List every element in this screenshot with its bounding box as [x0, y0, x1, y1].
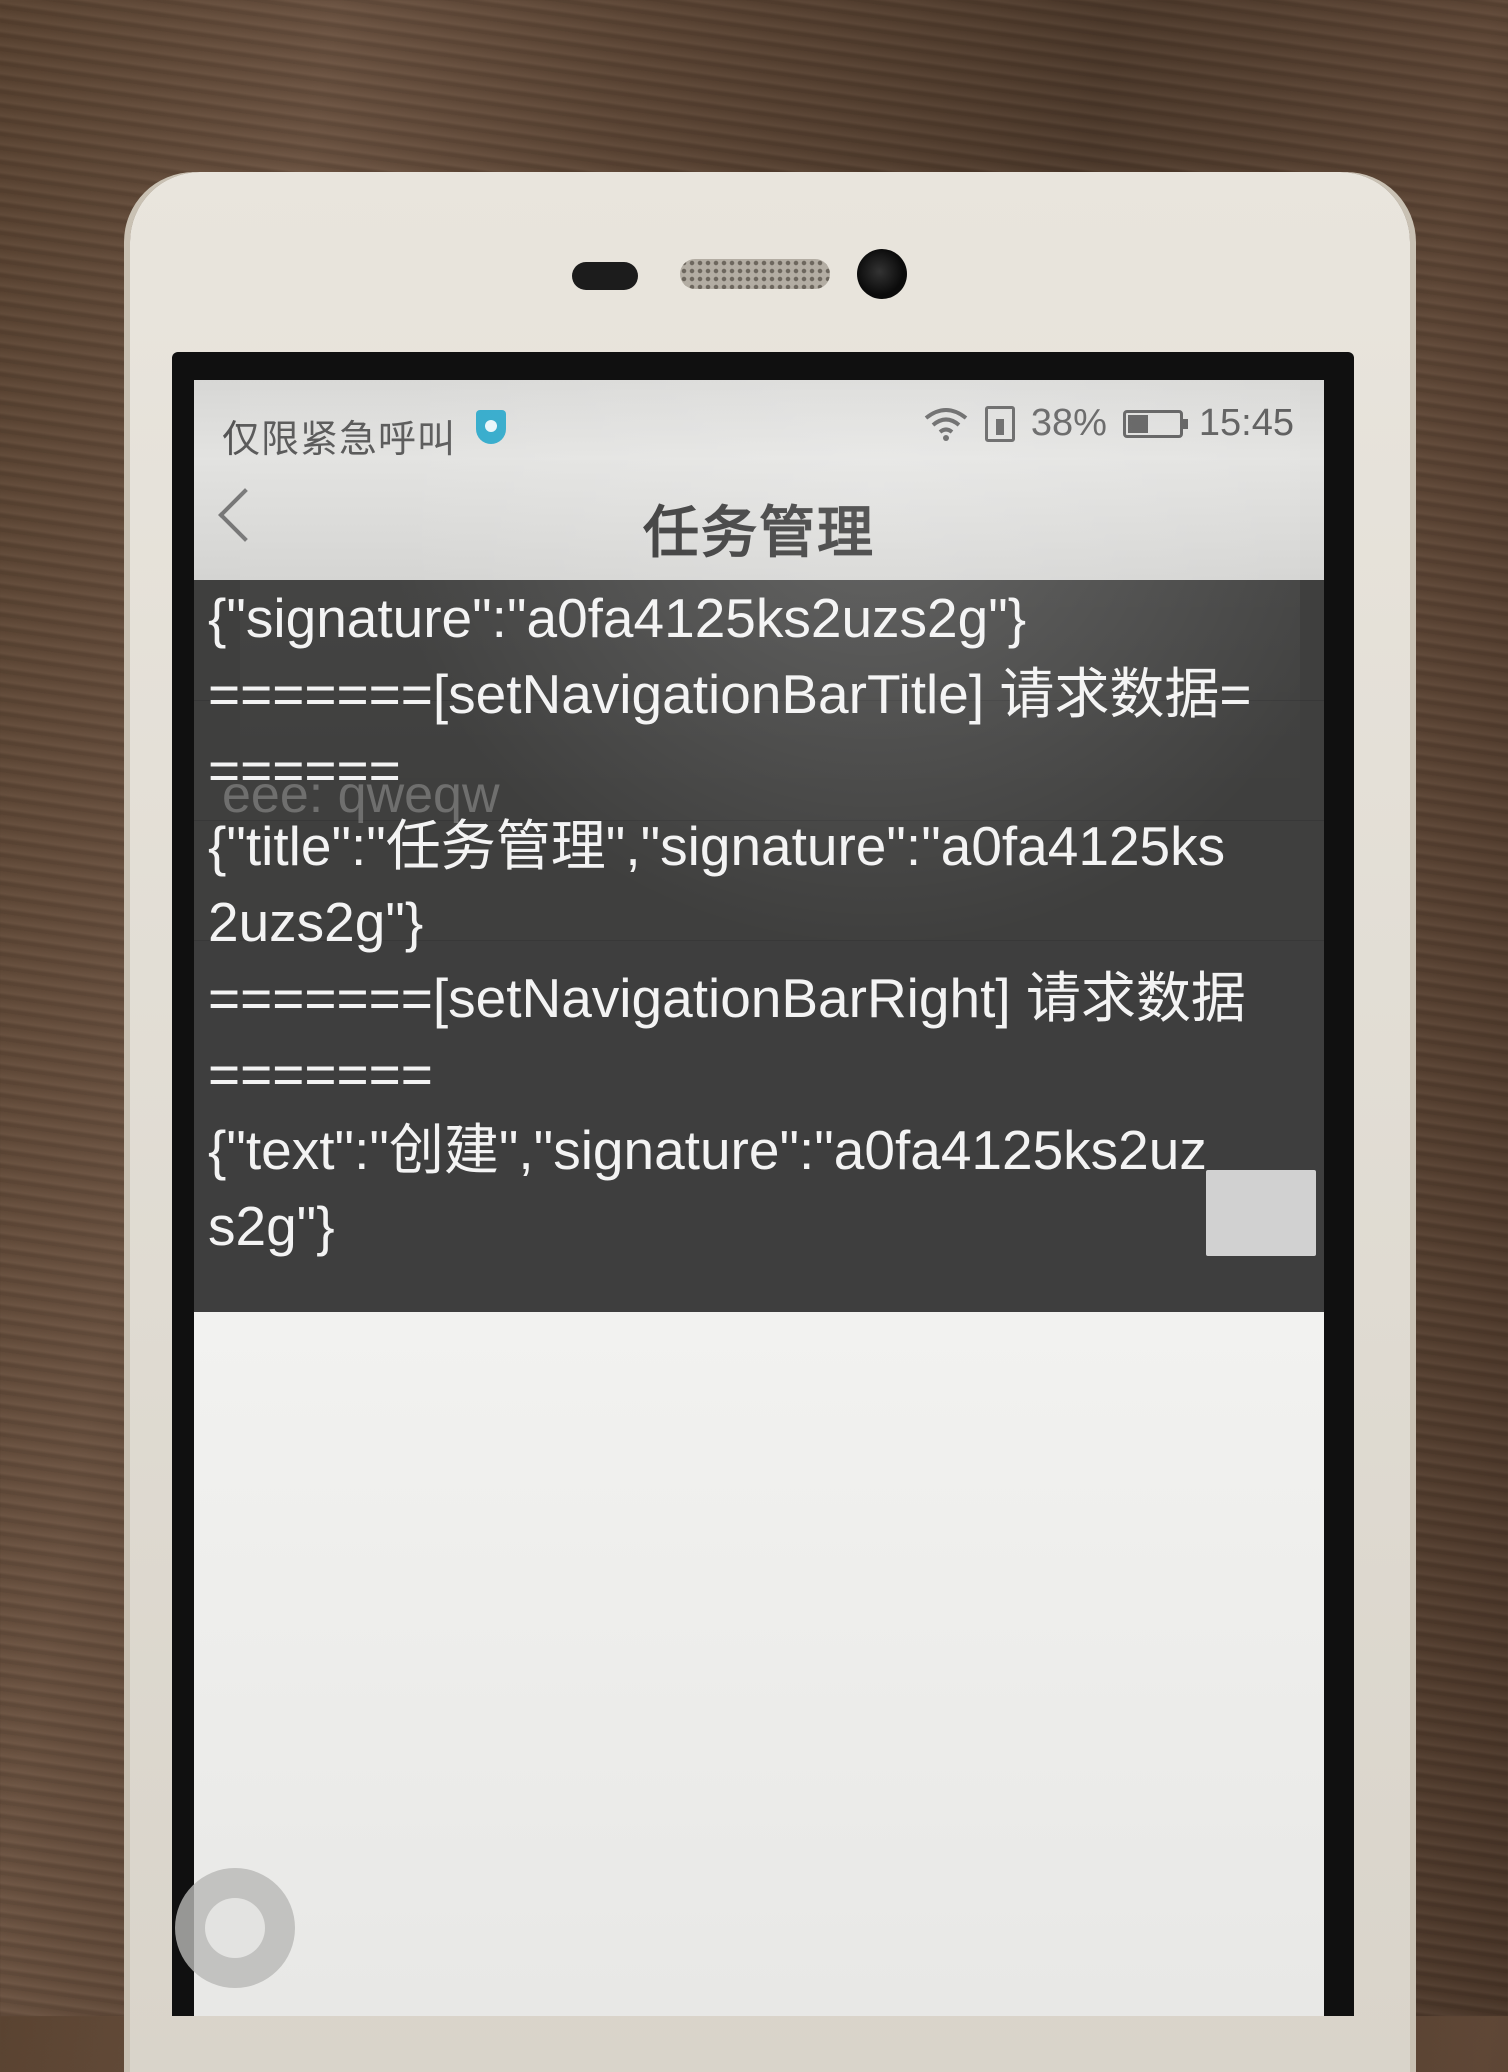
proximity-sensor: [572, 262, 638, 290]
debug-log-line: =======: [208, 1043, 433, 1105]
battery-fill: [1127, 414, 1149, 433]
battery-percent: 38%: [1030, 402, 1107, 444]
floating-assist-button[interactable]: [175, 1868, 295, 1988]
earpiece-speaker: [680, 259, 830, 289]
page-title: 任务管理: [643, 501, 875, 564]
navigation-bar: 任务管理: [194, 460, 1324, 580]
debug-log-line: {"title":"任务管理","signature":"a0fa4125ks: [208, 815, 1226, 877]
debug-log-line: {"text":"创建","signature":"a0fa4125ks2uz: [208, 1119, 1207, 1181]
debug-toggle-button[interactable]: [1206, 1170, 1316, 1256]
debug-log-line: s2g"}: [208, 1195, 335, 1257]
debug-log-line: ======: [208, 739, 401, 801]
empty-content-area: [194, 1312, 1324, 2016]
status-indicators: 38% 15:45: [923, 402, 1294, 445]
sim-card-icon: [984, 405, 1015, 442]
front-camera: [857, 249, 907, 299]
debug-log-line: =======[setNavigationBarRight] 请求数据: [208, 967, 1246, 1029]
carrier-label: 仅限紧急呼叫: [222, 419, 457, 461]
status-bar: 仅限紧急呼叫 38% 15:45: [194, 380, 1324, 461]
debug-log-line: {"signature":"a0fa4125ks2uzs2g"}: [208, 587, 1027, 649]
wifi-icon: [924, 407, 968, 441]
debug-log-line: 2uzs2g"}: [208, 891, 424, 953]
debug-log-overlay: eee: qweqw {"signature":"a0fa4125ks2uzs2…: [194, 580, 1324, 1312]
debug-log-line: =======[setNavigationBarTitle] 请求数据=: [208, 663, 1252, 725]
clock: 15:45: [1198, 402, 1294, 444]
phone-screen: 仅限紧急呼叫 38% 15:45 任务管理 eee: qweqw {"signa…: [194, 380, 1324, 2016]
security-shield-icon: [476, 410, 506, 444]
battery-icon: [1122, 409, 1188, 438]
